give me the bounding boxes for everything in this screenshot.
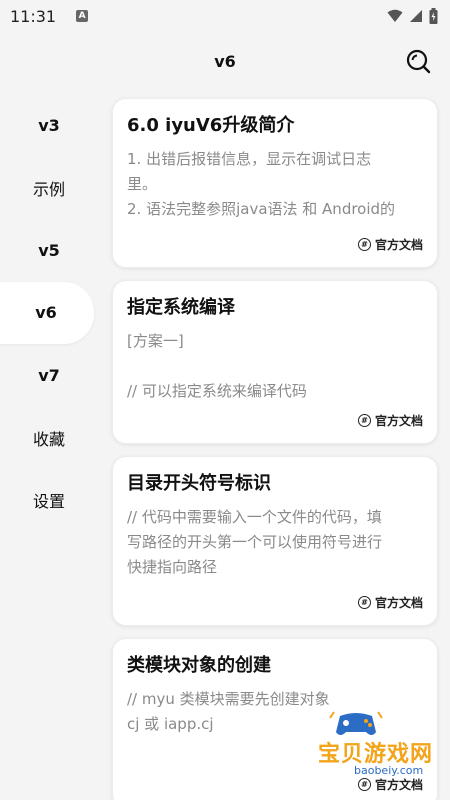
card-line: // 可以指定系统来编译代码: [127, 382, 307, 400]
card-line: 写路径的开头第一个可以使用符号进行: [127, 533, 383, 551]
app-header: v6: [0, 32, 450, 90]
sidebar-item-examples[interactable]: 示例: [0, 157, 100, 220]
status-bar: 11:31 A: [0, 0, 450, 32]
card-body: 1. 出错后报错信息，显示在调试日志 里。 2. 语法完整参照java语法 和 …: [127, 147, 423, 222]
hash-icon: #: [357, 238, 371, 251]
search-button[interactable]: [404, 47, 432, 75]
sidebar-item-favorites[interactable]: 收藏: [0, 407, 100, 470]
card-line: // 代码中需要输入一个文件的代码，填: [127, 508, 382, 526]
battery-icon: [429, 8, 438, 24]
status-icons: [387, 8, 438, 24]
card-line: [127, 354, 423, 379]
doc-card[interactable]: 6.0 iyuV6升级简介 1. 出错后报错信息，显示在调试日志 里。 2. 语…: [112, 98, 438, 268]
official-docs-link[interactable]: # 官方文档: [357, 594, 423, 611]
sidebar-item-label: v5: [38, 240, 60, 260]
card-title: 目录开头符号标识: [127, 473, 271, 494]
sidebar-item-settings[interactable]: 设置: [0, 469, 100, 532]
sidebar-item-v7[interactable]: v7: [0, 344, 100, 407]
official-docs-link[interactable]: # 官方文档: [357, 236, 423, 253]
hash-icon: #: [357, 414, 371, 427]
official-docs-link[interactable]: # 官方文档: [357, 412, 423, 429]
card-title: 6.0 iyuV6升级简介: [127, 115, 295, 136]
footer-label: 官方文档: [374, 596, 423, 610]
status-time: 11:31: [10, 6, 57, 26]
card-line: 里。: [127, 175, 158, 193]
watermark-url: baobeiy.com: [354, 764, 424, 777]
card-title: 指定系统编译: [127, 297, 235, 318]
sidebar-item-v6[interactable]: v6: [0, 281, 94, 344]
gamepad-icon: [329, 711, 383, 735]
page-title: v6: [214, 51, 236, 71]
card-line: [方案一]: [127, 332, 184, 350]
wifi-icon: [387, 9, 403, 22]
a-notification-icon: A: [76, 10, 89, 22]
sidebar-item-v5[interactable]: v5: [0, 219, 100, 282]
card-body: [方案一] // 可以指定系统来编译代码: [127, 329, 423, 404]
doc-card[interactable]: 目录开头符号标识 // 代码中需要输入一个文件的代码，填 写路径的开头第一个可以…: [112, 456, 438, 626]
doc-card[interactable]: 指定系统编译 [方案一] // 可以指定系统来编译代码 # 官方文档: [112, 280, 438, 444]
card-line: 快捷指向路径: [127, 558, 218, 576]
sidebar-item-label: 设置: [32, 492, 65, 512]
sidebar-item-label: v7: [38, 365, 60, 385]
sidebar-item-label: 收藏: [32, 429, 65, 449]
signal-icon: [410, 10, 422, 22]
search-icon: [406, 49, 431, 74]
hash-icon: #: [357, 596, 371, 609]
footer-label: 官方文档: [374, 414, 423, 428]
watermark: 宝贝游戏网 baobeiy.com: [318, 708, 443, 793]
sidebar-item-v3[interactable]: v3: [0, 94, 100, 157]
card-line: 2. 语法完整参照java语法 和 Android的: [127, 200, 396, 218]
card-body: // 代码中需要输入一个文件的代码，填 写路径的开头第一个可以使用符号进行 快捷…: [127, 505, 423, 580]
card-title: 类模块对象的创建: [127, 655, 271, 676]
sidebar-item-label: v6: [35, 303, 57, 323]
sidebar: v3 示例 v5 v6 v7 收藏 设置: [0, 94, 100, 532]
card-list: 6.0 iyuV6升级简介 1. 出错后报错信息，显示在调试日志 里。 2. 语…: [112, 98, 438, 800]
footer-label: 官方文档: [374, 238, 423, 252]
card-line: 1. 出错后报错信息，显示在调试日志: [127, 150, 372, 168]
sidebar-item-label: v3: [38, 115, 60, 135]
sidebar-item-label: 示例: [32, 179, 65, 199]
